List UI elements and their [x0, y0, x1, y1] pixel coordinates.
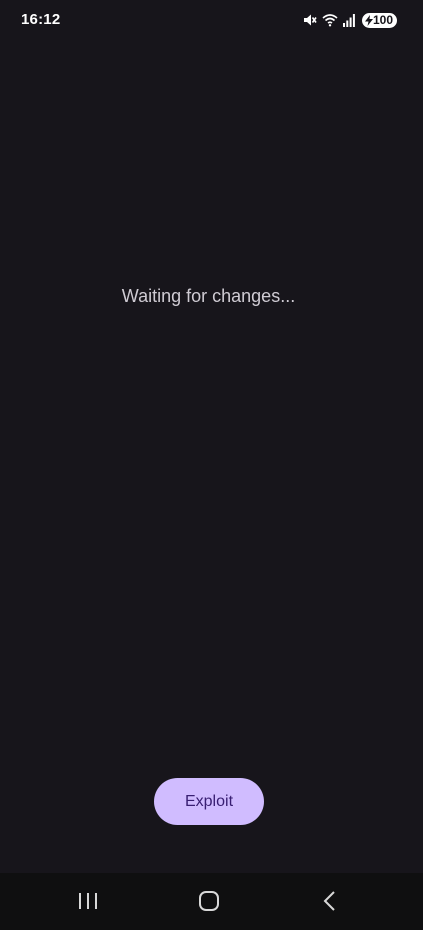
status-bar: 16:12 100 — [0, 0, 423, 40]
battery-level: 100 — [372, 12, 393, 27]
exploit-button[interactable]: Exploit — [154, 778, 264, 825]
back-icon — [322, 890, 338, 917]
exploit-button-label: Exploit — [184, 792, 234, 810]
battery-charging-icon — [364, 14, 373, 26]
status-message: Waiting for changes... — [121, 286, 296, 306]
recents-icon — [77, 891, 99, 916]
battery-indicator: 100 — [361, 12, 397, 28]
navigation-bar — [0, 873, 423, 930]
status-time: 16:12 — [21, 11, 61, 28]
home-icon — [198, 890, 220, 917]
signal-icon — [342, 13, 355, 27]
app-screen: 16:12 100 Waiting for changes... Exploit — [0, 0, 423, 930]
mute-icon — [303, 13, 317, 27]
status-icons: 100 — [303, 11, 397, 29]
home-button[interactable] — [189, 887, 229, 919]
wifi-icon — [322, 13, 338, 27]
recents-button[interactable] — [68, 887, 108, 919]
back-button[interactable] — [310, 887, 350, 919]
